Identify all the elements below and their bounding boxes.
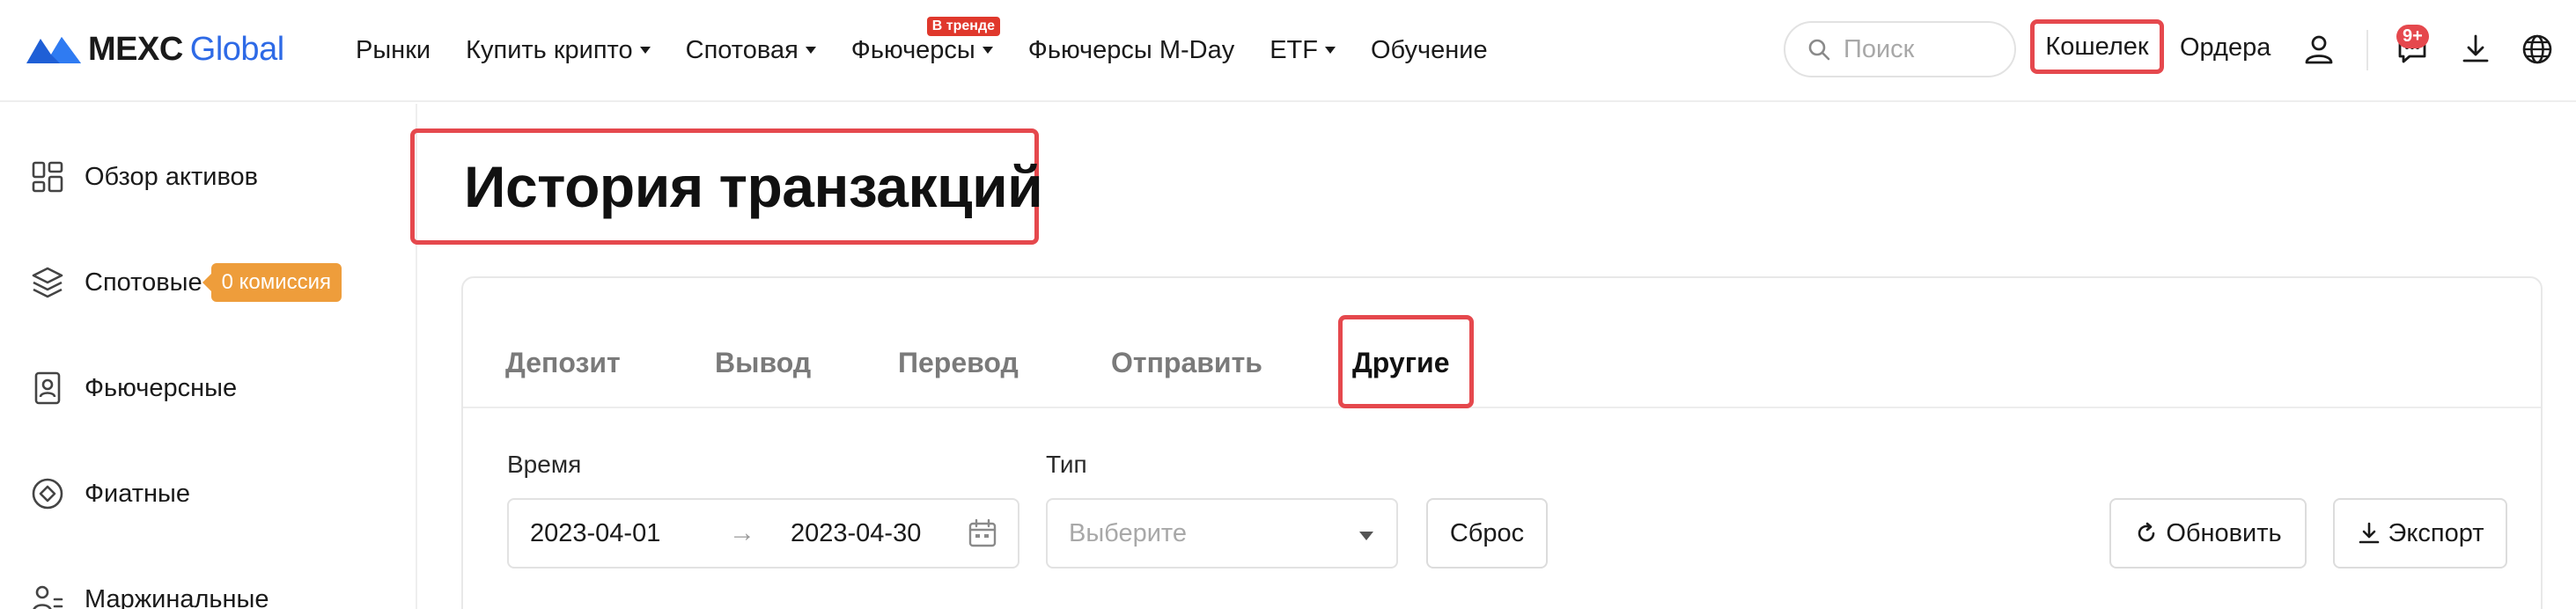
nav-spot-label: Спотовая xyxy=(685,35,799,64)
fiat-icon xyxy=(32,478,63,510)
zero-fee-badge: 0 комиссия xyxy=(202,263,342,302)
tab-send[interactable]: Отправить xyxy=(1111,347,1262,379)
trending-badge: В тренде xyxy=(926,16,1001,36)
account-sidebar: Обзор активов Спотовые 0 комиссия Фьючер… xyxy=(0,104,417,609)
chevron-down-icon xyxy=(639,47,651,54)
nav-etf[interactable]: ETF xyxy=(1270,36,1336,65)
chevron-down-icon xyxy=(982,47,993,54)
nav-etf-label: ETF xyxy=(1270,35,1318,64)
wallet-link[interactable]: Кошелек xyxy=(2030,19,2164,74)
type-filter-label: Тип xyxy=(1046,451,1087,478)
sidebar-item-futures[interactable]: Фьючерсные xyxy=(30,366,237,410)
search-box[interactable] xyxy=(1784,21,2016,77)
sidebar-item-fiat[interactable]: Фиатные xyxy=(30,472,190,516)
export-button-label: Экспорт xyxy=(2388,518,2484,547)
sidebar-item-label: Обзор активов xyxy=(85,162,259,191)
top-header: MEXC Global Рынки Купить крипто Спотовая… xyxy=(0,0,2576,102)
notification-count-badge: 9+ xyxy=(2396,25,2429,48)
nav-futures-mday[interactable]: Фьючерсы M-Day xyxy=(1028,36,1234,65)
search-input[interactable] xyxy=(1844,34,2002,64)
nav-markets[interactable]: Рынки xyxy=(356,36,431,65)
chevron-down-icon xyxy=(1324,47,1336,54)
type-select[interactable]: Выберите xyxy=(1046,498,1398,569)
tab-transfer[interactable]: Перевод xyxy=(898,347,1019,379)
calendar-icon[interactable] xyxy=(967,517,998,549)
type-select-placeholder: Выберите xyxy=(1069,518,1188,547)
globe-icon[interactable] xyxy=(2518,30,2557,69)
nav-spot[interactable]: Спотовая xyxy=(686,36,816,65)
header-divider xyxy=(2366,30,2368,70)
layers-icon xyxy=(32,267,63,298)
nav-learn[interactable]: Обучение xyxy=(1371,36,1488,65)
logo-text-mexc: MEXC xyxy=(88,30,183,68)
refresh-icon xyxy=(2138,522,2155,542)
nav-markets-label: Рынки xyxy=(356,35,431,64)
date-range-picker[interactable]: 2023-04-01 → 2023-04-30 xyxy=(507,498,1019,569)
margin-icon xyxy=(33,585,63,609)
sidebar-item-assets-overview[interactable]: Обзор активов xyxy=(30,155,258,199)
user-icon[interactable] xyxy=(2300,30,2338,69)
download-icon[interactable] xyxy=(2456,30,2495,69)
page-title-highlight: История транзакций xyxy=(410,128,1043,245)
time-filter-label: Время xyxy=(507,451,582,478)
mexc-mountain-icon xyxy=(26,37,81,63)
search-icon xyxy=(1808,39,1830,61)
grid-icon xyxy=(32,161,63,193)
tab-other[interactable]: Другие xyxy=(1352,347,1450,379)
tab-deposit[interactable]: Депозит xyxy=(505,347,621,379)
arrow-right-icon: → xyxy=(729,518,755,547)
refresh-button-label: Обновить xyxy=(2166,518,2282,547)
orders-link[interactable]: Ордера xyxy=(2180,33,2271,62)
nav-futures-label: Фьючерсы xyxy=(850,35,975,64)
tab-withdraw[interactable]: Вывод xyxy=(715,347,811,379)
sidebar-item-spot[interactable]: Спотовые 0 комиссия xyxy=(30,260,342,304)
date-from[interactable]: 2023-04-01 xyxy=(530,519,660,548)
sidebar-item-label: Фьючерсные xyxy=(85,373,238,402)
download-icon xyxy=(2359,522,2379,544)
logo-text-global: Global xyxy=(189,30,284,68)
futures-icon xyxy=(34,371,61,405)
reset-button[interactable]: Сброс xyxy=(1426,498,1548,569)
transactions-card: Депозит Вывод Перевод Отправить Другие В… xyxy=(461,276,2543,609)
transaction-tabs: Депозит Вывод Перевод Отправить Другие xyxy=(463,278,2541,408)
nav-buy-crypto-label: Купить крипто xyxy=(466,35,633,64)
main-nav: Рынки Купить крипто Спотовая Фьючерсы В т… xyxy=(356,16,1523,70)
chevron-down-icon xyxy=(805,47,816,54)
export-button[interactable]: Экспорт xyxy=(2333,498,2507,569)
date-to[interactable]: 2023-04-30 xyxy=(791,519,921,548)
nav-futures[interactable]: Фьючерсы В тренде xyxy=(850,16,1001,65)
sidebar-item-label: Спотовые xyxy=(85,268,202,297)
sidebar-item-margin[interactable]: Маржинальные xyxy=(30,577,269,609)
refresh-button[interactable]: Обновить xyxy=(2109,498,2307,569)
mexc-logo[interactable]: MEXC Global xyxy=(25,26,284,72)
page-title: История транзакций xyxy=(464,154,1043,219)
nav-futures-mday-label: Фьючерсы M-Day xyxy=(1027,35,1235,64)
nav-learn-label: Обучение xyxy=(1370,35,1488,64)
sidebar-item-label: Фиатные xyxy=(85,479,191,508)
chevron-down-icon xyxy=(1359,532,1373,540)
sidebar-item-label: Маржинальные xyxy=(85,584,269,609)
nav-buy-crypto[interactable]: Купить крипто xyxy=(466,36,651,65)
